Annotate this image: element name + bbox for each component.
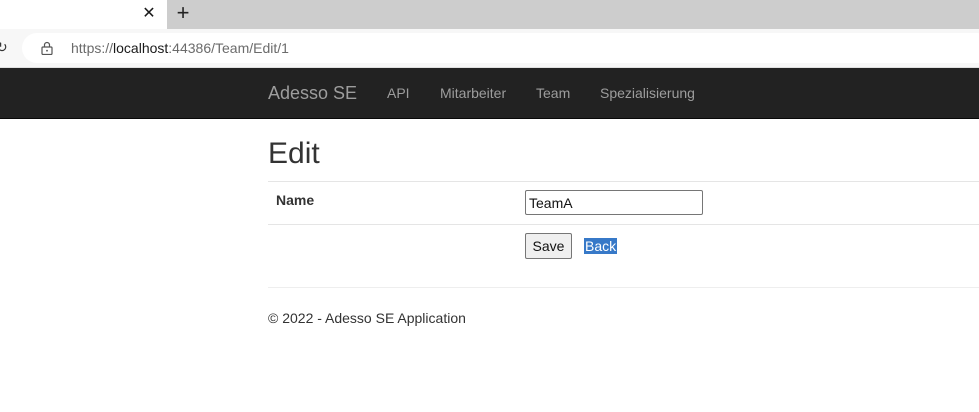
footer-text: © 2022 - Adesso SE Application xyxy=(268,310,466,326)
back-link[interactable]: Back xyxy=(584,238,618,254)
nav-link-team[interactable]: Team xyxy=(536,85,570,102)
url-text[interactable]: https://localhost:44386/Team/Edit/1 xyxy=(71,40,289,56)
browser-toolbar: ↻ https://localhost:44386/Team/Edit/1 xyxy=(0,29,979,68)
nav-link-mitarbeiter[interactable]: Mitarbeiter xyxy=(440,85,506,102)
divider xyxy=(268,181,979,182)
url-prefix: https:// xyxy=(71,40,114,56)
page-title: Edit xyxy=(268,137,320,170)
refresh-icon[interactable]: ↻ xyxy=(0,38,8,56)
browser-tab[interactable]: ✕ xyxy=(0,0,167,29)
name-input[interactable] xyxy=(525,190,703,215)
nav-link-spezialisierung[interactable]: Spezialisierung xyxy=(600,85,695,102)
new-tab-icon[interactable]: + xyxy=(172,2,194,24)
close-icon[interactable]: ✕ xyxy=(140,3,158,25)
lock-icon[interactable] xyxy=(41,41,53,55)
url-host: localhost xyxy=(113,40,169,56)
brand-link[interactable]: Adesso SE xyxy=(268,83,357,103)
url-path: :44386/Team/Edit/1 xyxy=(168,40,289,56)
save-button[interactable]: Save xyxy=(525,233,572,259)
footer-divider xyxy=(268,287,979,288)
divider xyxy=(268,224,979,225)
address-bar[interactable]: https://localhost:44386/Team/Edit/1 xyxy=(22,33,979,63)
nav-link-api[interactable]: API xyxy=(387,85,410,102)
browser-tab-strip: ✕ + xyxy=(0,0,979,29)
name-label: Name xyxy=(276,192,315,208)
site-navbar: Adesso SE API Mitarbeiter Team Spezialis… xyxy=(0,68,979,119)
